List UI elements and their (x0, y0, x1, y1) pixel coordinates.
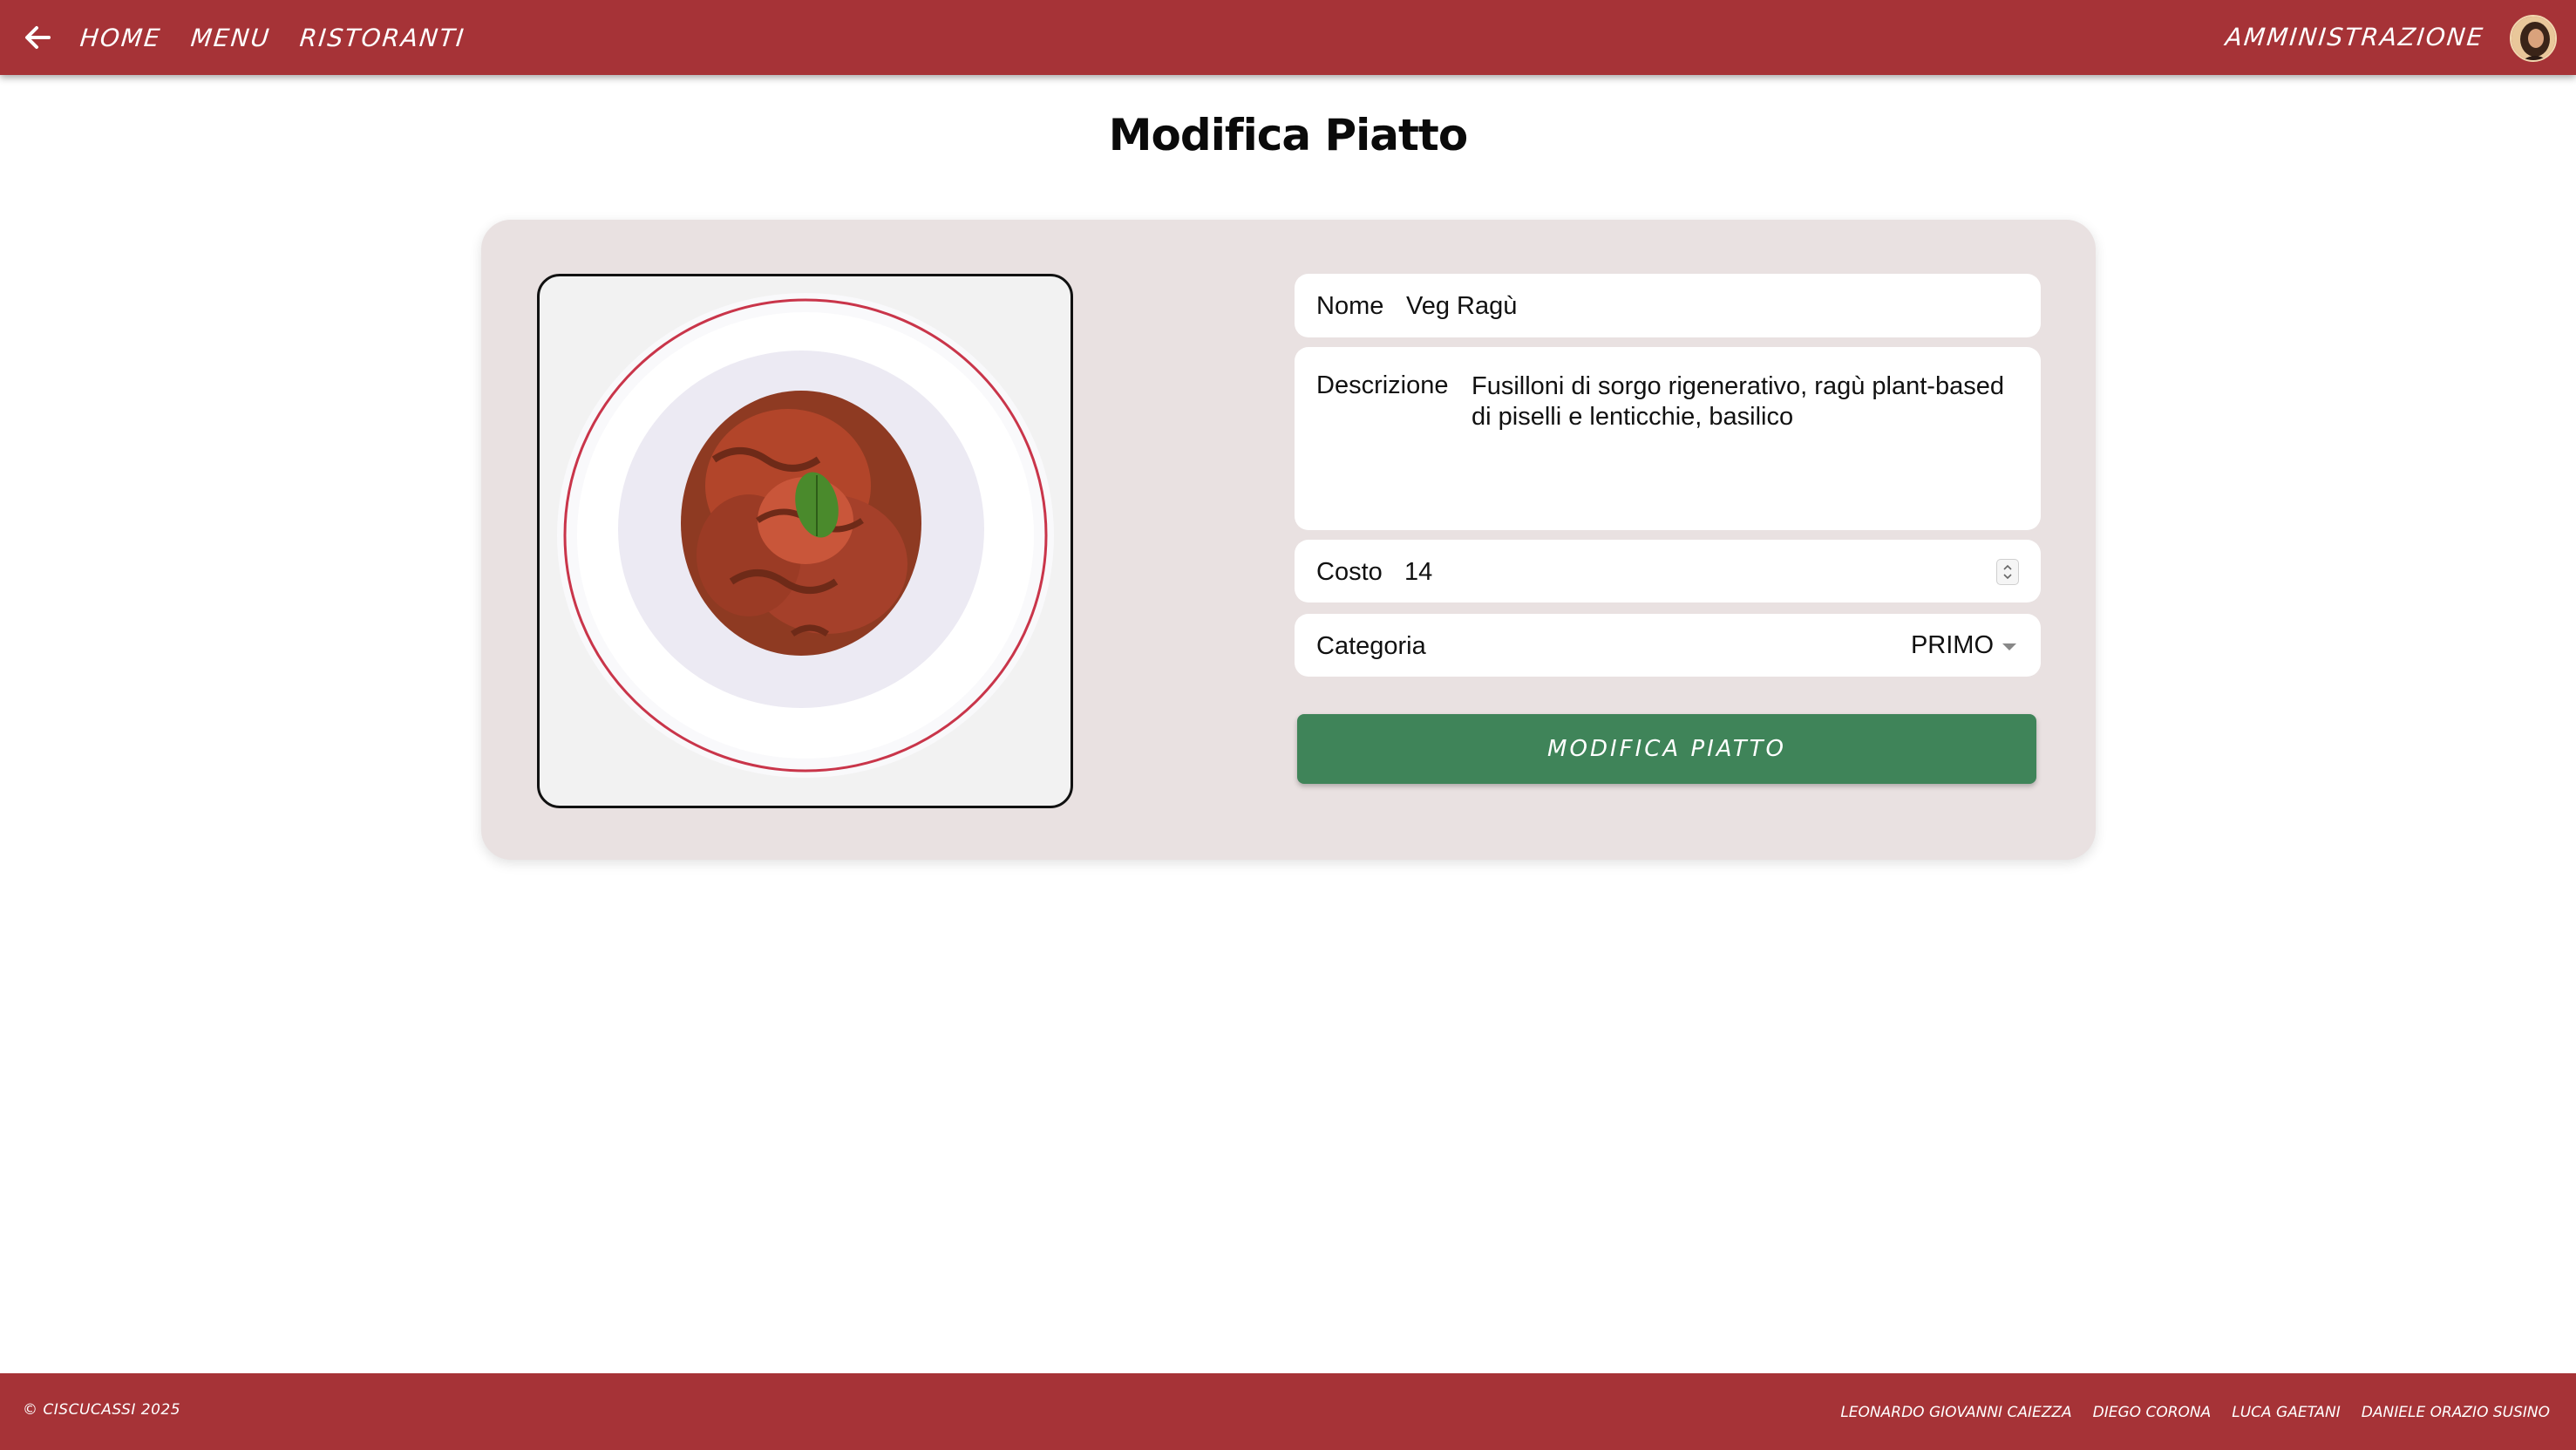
author-link[interactable]: LEONARDO GIOVANNI CAIEZZA (1840, 1404, 2071, 1421)
nome-label: Nome (1316, 292, 1384, 320)
categoria-select[interactable]: PRIMO (1911, 631, 2016, 660)
descrizione-label: Descrizione (1316, 371, 1449, 399)
costo-input[interactable]: 14 (1404, 558, 1432, 587)
top-navbar: HOME MENU RISTORANTI AMMINISTRAZIONE (0, 0, 2576, 75)
modifica-piatto-button[interactable]: MODIFICA PIATTO (1297, 714, 2036, 784)
nav-menu-link[interactable]: MENU (189, 24, 272, 52)
categoria-field[interactable]: Categoria PRIMO (1295, 614, 2041, 677)
author-link[interactable]: DIEGO CORONA (2093, 1404, 2212, 1421)
page-title: Modifica Piatto (1108, 110, 1468, 160)
author-link[interactable]: DANIELE ORAZIO SUSINO (2362, 1404, 2550, 1421)
main-nav: HOME MENU RISTORANTI (78, 0, 467, 75)
copyright-text: © CISCUCASSI 2025 (23, 1401, 181, 1419)
nome-input[interactable]: Veg Ragù (1406, 292, 1517, 321)
categoria-selected-value: PRIMO (1910, 631, 1994, 659)
user-avatar[interactable] (2510, 15, 2557, 62)
chevron-down-icon (2002, 643, 2016, 650)
dish-image[interactable] (537, 274, 1073, 808)
number-stepper-icon[interactable] (1996, 559, 2019, 585)
nav-ristoranti-link[interactable]: RISTORANTI (299, 24, 467, 52)
footer: © CISCUCASSI 2025 LEONARDO GIOVANNI CAIE… (0, 1373, 2576, 1450)
nav-home-link[interactable]: HOME (78, 24, 162, 52)
costo-field[interactable]: Costo 14 (1295, 540, 2041, 602)
costo-label: Costo (1316, 558, 1383, 586)
authors-list: LEONARDO GIOVANNI CAIEZZA DIEGO CORONA L… (1840, 1404, 2550, 1421)
author-link[interactable]: LUCA GAETANI (2232, 1404, 2341, 1421)
descrizione-field[interactable]: Descrizione Fusilloni di sorgo rigenerat… (1295, 347, 2041, 530)
back-arrow-icon[interactable] (19, 19, 56, 56)
descrizione-textarea[interactable]: Fusilloni di sorgo rigenerativo, ragù pl… (1472, 371, 2021, 432)
nome-field[interactable]: Nome Veg Ragù (1295, 274, 2041, 337)
edit-dish-card: Nome Veg Ragù Descrizione Fusilloni di s… (481, 220, 2096, 860)
categoria-label: Categoria (1316, 632, 1426, 660)
nav-amministrazione-link[interactable]: AMMINISTRAZIONE (2225, 23, 2486, 51)
